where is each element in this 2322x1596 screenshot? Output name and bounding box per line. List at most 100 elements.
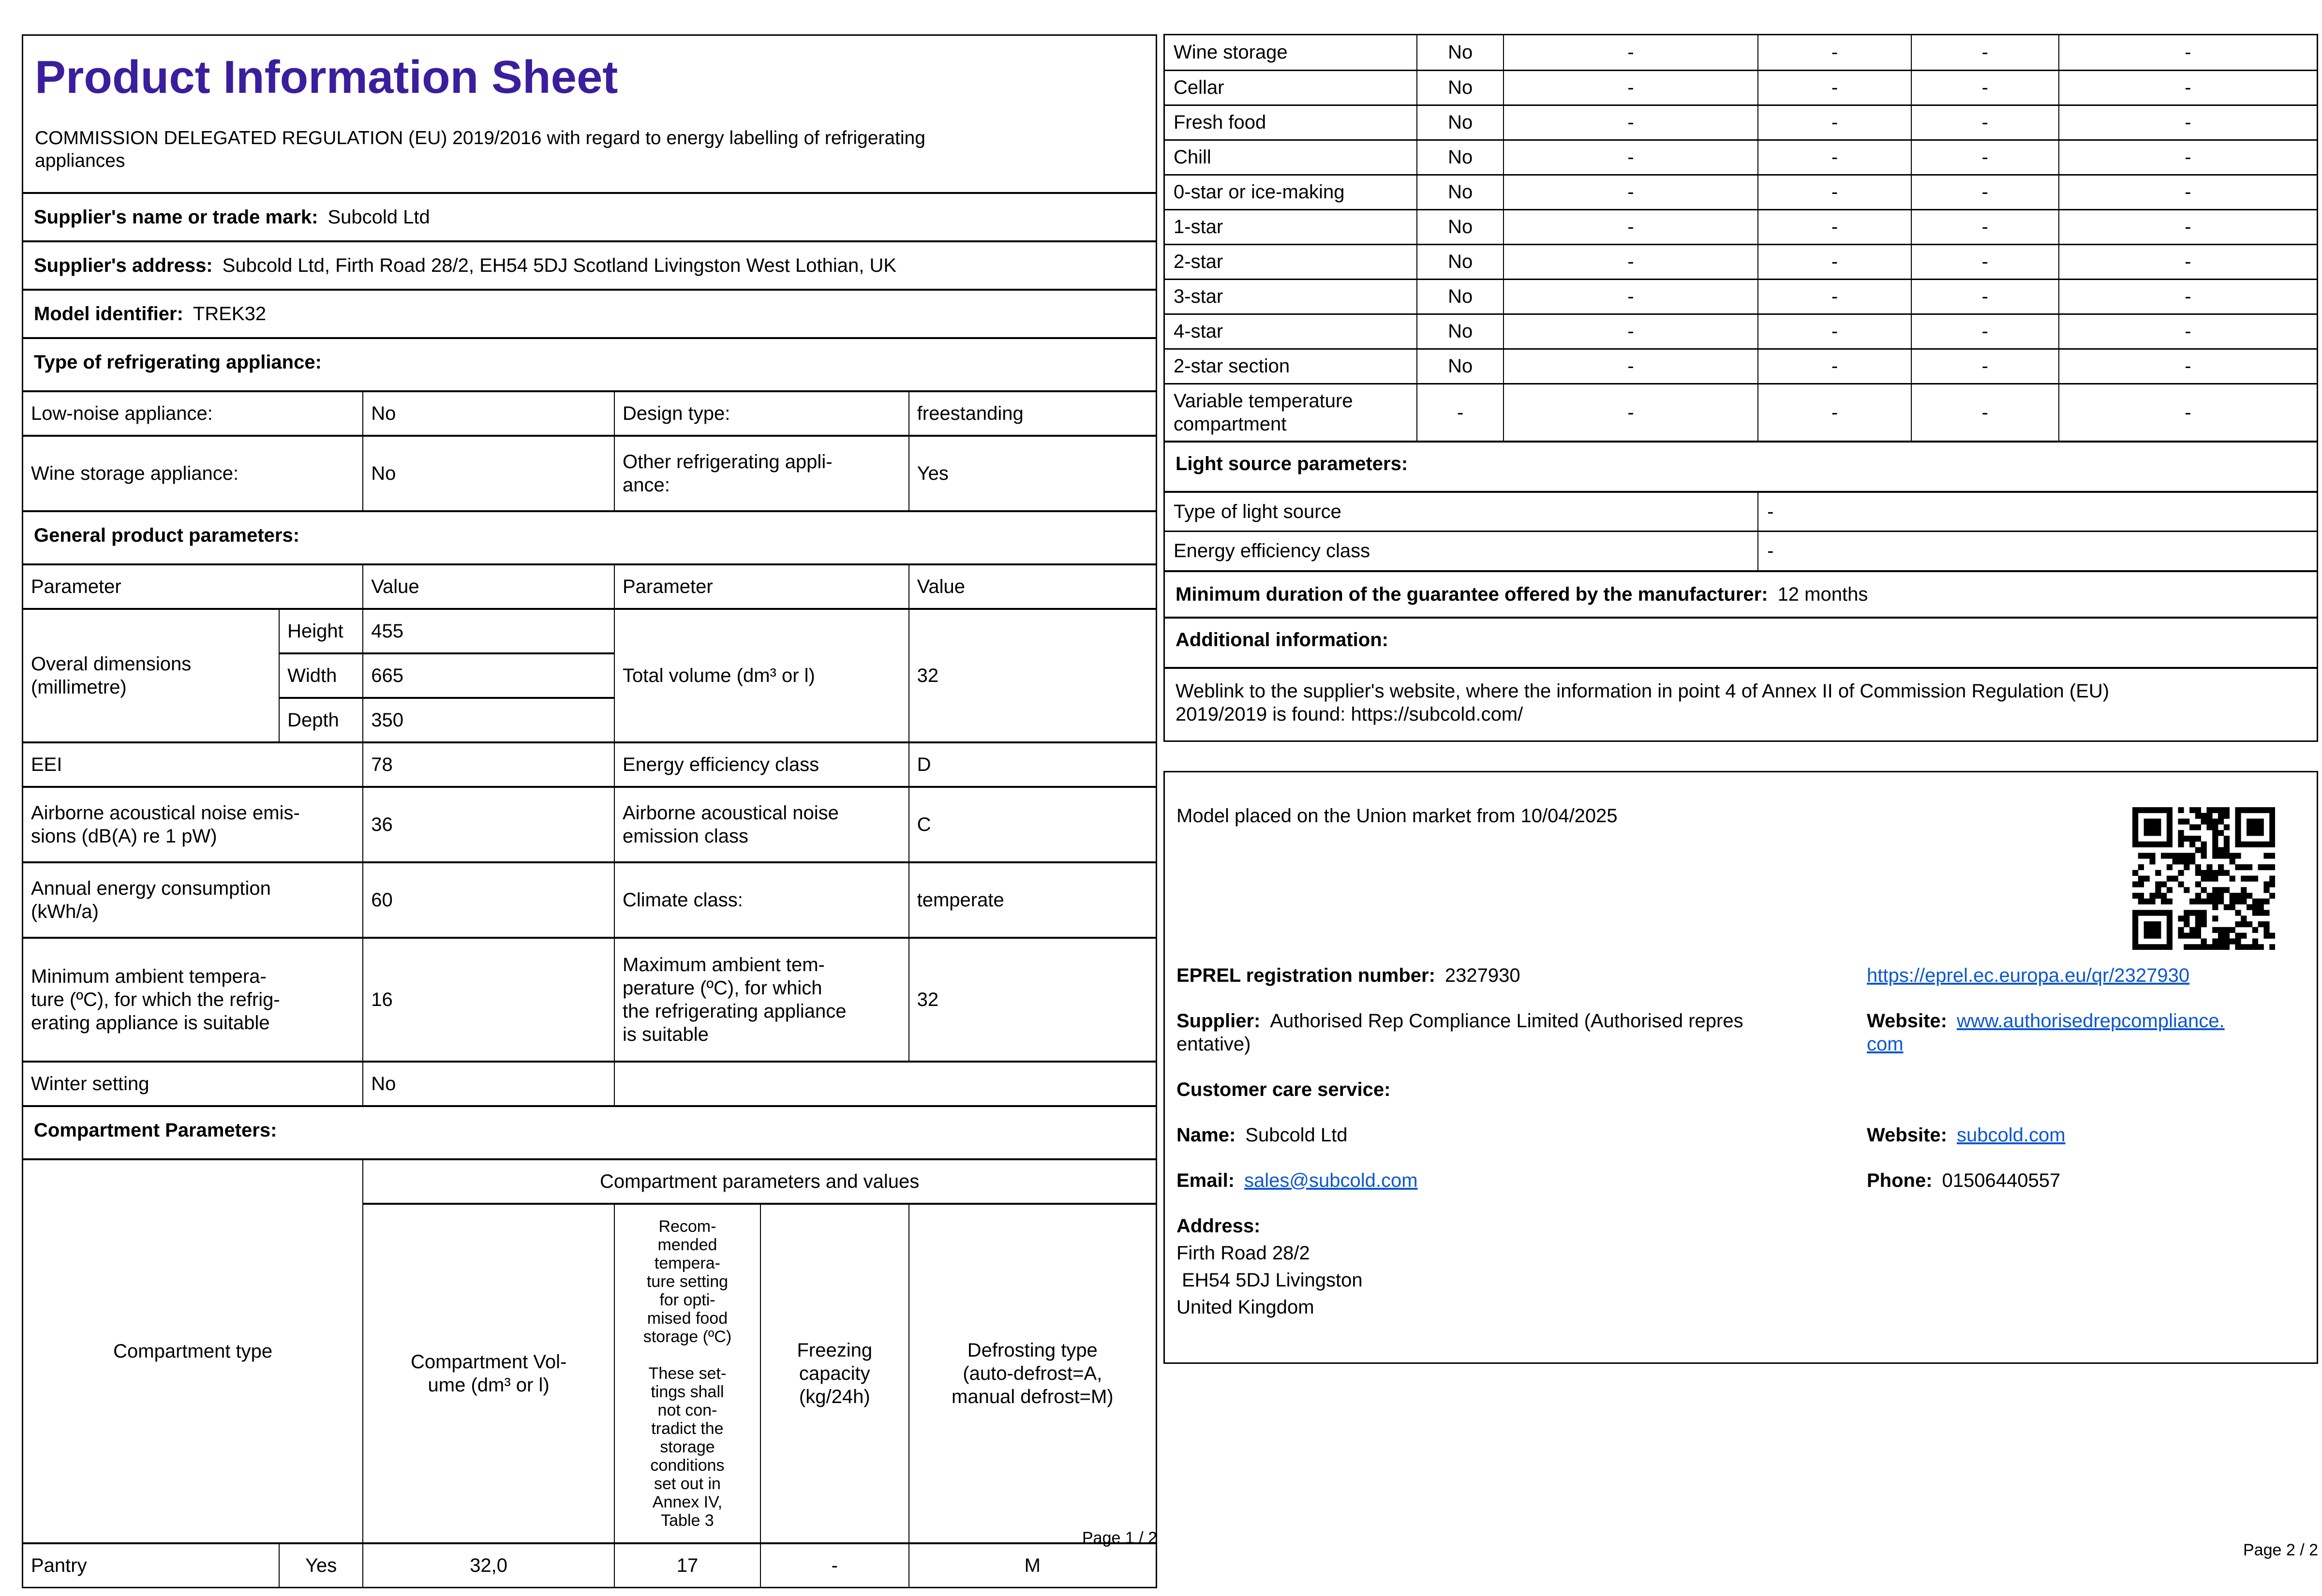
table-row: Annual energy consumption (kWh/a) 60 Cli…: [22, 861, 1157, 939]
supplier-address-value: Subcold Ltd, Firth Road 28/2, EH54 5DJ S…: [222, 254, 897, 276]
eei-label: EEI: [22, 741, 364, 788]
supplier-label: Supplier:: [1176, 1010, 1261, 1032]
col-parameter-header: Parameter: [613, 564, 909, 610]
row-dash: -: [2058, 104, 2318, 141]
low-noise-value: No: [362, 391, 615, 437]
regulation-subtitle: COMMISSION DELEGATED REGULATION (EU) 201…: [35, 128, 925, 171]
care-phone-cell: Phone: 01506440557: [1867, 1169, 2305, 1192]
noise-class-value: C: [908, 785, 1157, 863]
min-ambient-value: 16: [362, 936, 615, 1063]
pantry-label: Pantry: [22, 1542, 280, 1588]
name-label: Name:: [1176, 1124, 1236, 1146]
max-ambient-label: Maximum ambient tem- perature (ºC), for …: [613, 936, 909, 1063]
pantry-defrost: M: [908, 1542, 1157, 1588]
max-ambient-value: 32: [908, 936, 1157, 1063]
row-dash: -: [1757, 69, 1912, 106]
row-dash: -: [1910, 348, 2059, 384]
model-identifier-label: Model identifier:: [34, 303, 183, 325]
row-dash: -: [2058, 243, 2318, 280]
row-dash: -: [1503, 383, 1759, 441]
light-source-table: Type of light source - Energy efficiency…: [1164, 492, 2317, 571]
care-name-row: Name: Subcold Ltd: [1176, 1123, 1867, 1147]
row-dash: -: [1757, 174, 1912, 210]
supplier-name-value: Subcold Ltd: [327, 206, 430, 228]
row-dash: -: [1757, 139, 1912, 176]
general-table-wrap: Parameter Value Parameter Value Overal d…: [22, 563, 1157, 1106]
defrosting-type-header: Defrosting type (auto-defrost=A, manual …: [908, 1202, 1157, 1544]
row-dash: -: [1503, 139, 1759, 176]
title-block: Product Information Sheet COMMISSION DEL…: [23, 36, 1156, 192]
row-label: Fresh food: [1164, 104, 1418, 141]
pantry-temp: 17: [613, 1542, 761, 1588]
row-dash: -: [1503, 208, 1759, 245]
table-row: Wine storage No - - - -: [1164, 34, 2318, 71]
row-label: 2-star: [1164, 243, 1418, 280]
table-row: Low-noise appliance: No Design type: fre…: [22, 391, 1157, 437]
table-row: EEI 78 Energy efficiency class D: [22, 741, 1157, 788]
light-class-value: -: [1757, 531, 2317, 571]
eprel-link-cell: https://eprel.ec.europa.eu/qr/2327930: [1867, 964, 2305, 987]
col-value-header: Value: [362, 564, 615, 610]
row-dash: -: [1503, 69, 1759, 106]
supplier-name-label: Supplier's name or trade mark:: [34, 206, 318, 228]
general-parameters-heading: General product parameters:: [23, 510, 1156, 563]
row-value: No: [1416, 174, 1504, 210]
guarantee-value: 12 months: [1777, 583, 1868, 605]
email-link[interactable]: sales@subcold.com: [1244, 1170, 1418, 1191]
row-dash: -: [1910, 174, 2059, 210]
dim-width-label: Width: [279, 652, 364, 699]
table-row: 0-star or ice-making No - - - -: [1164, 174, 2318, 210]
name-value: Subcold Ltd: [1245, 1124, 1348, 1146]
row-dash: -: [2058, 139, 2318, 176]
row-label: 3-star: [1164, 278, 1418, 315]
noise-class-label: Airborne acoustical noise emission class: [613, 785, 909, 863]
market-details-grid: EPREL registration number: 2327930 https:…: [1176, 964, 2305, 1319]
eprel-value: 2327930: [1444, 965, 1520, 986]
table-row: Minimum ambient tempera- ture (ºC), for …: [22, 936, 1157, 1063]
row-dash: -: [2058, 174, 2318, 210]
qr-code: [2132, 807, 2276, 950]
pantry-present: Yes: [279, 1542, 364, 1588]
row-dash: -: [1757, 34, 1912, 71]
annual-energy-label: Annual energy consumption (kWh/a): [22, 861, 364, 939]
model-identifier-value: TREK32: [193, 303, 267, 325]
row-dash: -: [1503, 348, 1759, 384]
other-appliance-label: Other refrigerating appli- ance:: [613, 434, 909, 511]
care-website-link[interactable]: subcold.com: [1957, 1124, 2066, 1146]
eprel-link[interactable]: https://eprel.ec.europa.eu/qr/2327930: [1867, 965, 2189, 986]
row-dash: -: [1910, 313, 2059, 350]
row-dash: -: [1503, 313, 1759, 350]
row-dash: -: [1910, 383, 2059, 441]
table-row: Pantry Yes 32,0 17 - M: [22, 1542, 1157, 1588]
table-row: Winter setting No: [22, 1060, 1157, 1106]
total-volume-value: 32: [908, 607, 1157, 743]
address-line: EH54 5DJ Livingston: [1176, 1270, 1363, 1291]
eprel-label: EPREL registration number:: [1176, 965, 1435, 986]
row-dash: -: [1757, 313, 1912, 350]
row-dash: -: [2058, 313, 2318, 350]
supplier-address-row: Supplier's address: Subcold Ltd, Firth Ro…: [23, 240, 1156, 289]
address-block: Address: Firth Road 28/2 EH54 5DJ Living…: [1176, 1214, 1867, 1319]
additional-info-heading: Additional information:: [1165, 616, 2317, 667]
energy-class-value: D: [908, 741, 1157, 788]
page-2-footer: Page 2 / 2: [2243, 1541, 2318, 1559]
row-dash: -: [1503, 243, 1759, 280]
table-row: Fresh food No - - - -: [1164, 104, 2318, 141]
compartment-volume-header: Compartment Vol- ume (dm³ or l): [362, 1202, 615, 1544]
table-row: Chill No - - - -: [1164, 139, 2318, 176]
row-value: No: [1416, 348, 1504, 384]
page-1: Product Information Sheet COMMISSION DEL…: [22, 34, 1157, 1588]
row-label: 4-star: [1164, 313, 1418, 350]
row-dash: -: [2058, 383, 2318, 441]
pantry-volume: 32,0: [362, 1542, 615, 1588]
supplier-website-cell: Website: www.authorisedrepcompliance. com: [1867, 1009, 2305, 1056]
table-row: Airborne acoustical noise emis- sions (d…: [22, 785, 1157, 863]
dim-height-value: 455: [362, 607, 615, 654]
winter-empty-cell: [613, 1060, 1157, 1106]
min-ambient-label: Minimum ambient tempera- ture (ºC), for …: [22, 936, 364, 1063]
row-dash: -: [1910, 139, 2059, 176]
row-dash: -: [2058, 34, 2318, 71]
care-website-label: Website:: [1867, 1124, 1947, 1146]
website-label: Website:: [1867, 1010, 1947, 1032]
row-value: No: [1416, 139, 1504, 176]
